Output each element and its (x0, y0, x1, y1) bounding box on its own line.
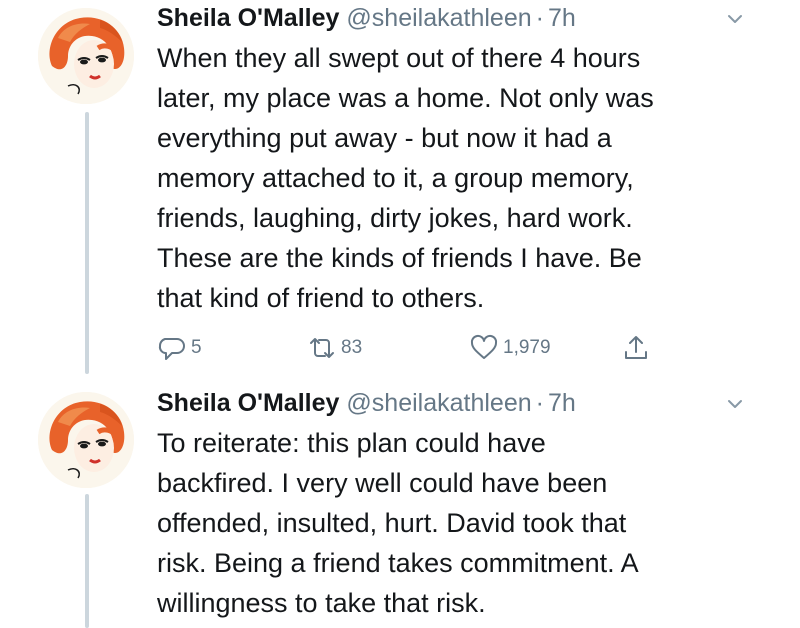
author-handle[interactable]: @sheilakathleen (346, 2, 531, 34)
author-name[interactable]: Sheila O'Malley (157, 2, 339, 34)
avatar[interactable] (38, 392, 134, 488)
avatar-illustration-icon (38, 8, 134, 104)
avatar-illustration-icon (38, 392, 134, 488)
heart-icon (470, 334, 498, 359)
tweet-header: Sheila O'Malley @sheilakathleen · 7h (157, 2, 760, 34)
separator-dot: · (535, 389, 544, 417)
avatar[interactable] (38, 8, 134, 104)
reply-button[interactable]: 5 (157, 333, 202, 363)
like-count: 1,979 (503, 337, 551, 358)
chevron-down-icon[interactable] (724, 8, 746, 30)
reply-count: 5 (191, 337, 202, 358)
tweet-content: Sheila O'Malley @sheilakathleen · 7h Whe… (157, 2, 760, 318)
author-name[interactable]: Sheila O'Malley (157, 387, 339, 419)
share-button[interactable] (621, 333, 651, 363)
tweet[interactable]: Sheila O'Malley @sheilakathleen · 7h Whe… (0, 0, 800, 378)
retweet-icon (310, 338, 334, 358)
thread-line (85, 494, 89, 628)
retweet-count: 83 (341, 337, 363, 358)
reply-icon (158, 338, 185, 360)
tweet[interactable]: Sheila O'Malley @sheilakathleen · 7h To … (0, 378, 800, 628)
timestamp[interactable]: 7h (548, 2, 576, 34)
tweet-content: Sheila O'Malley @sheilakathleen · 7h To … (157, 387, 760, 623)
tweet-actions: 5 83 1,979 (157, 333, 677, 363)
chevron-down-icon[interactable] (724, 393, 746, 415)
tweet-header: Sheila O'Malley @sheilakathleen · 7h (157, 387, 760, 419)
share-icon (625, 336, 647, 359)
tweet-text: To reiterate: this plan could have backf… (157, 428, 639, 618)
timestamp[interactable]: 7h (548, 387, 576, 419)
tweet-text: When they all swept out of there 4 hours… (157, 43, 654, 313)
like-button[interactable]: 1,979 (469, 333, 551, 363)
retweet-button[interactable]: 83 (307, 333, 362, 363)
thread-line (85, 112, 89, 374)
separator-dot: · (535, 4, 544, 32)
author-handle[interactable]: @sheilakathleen (346, 387, 531, 419)
